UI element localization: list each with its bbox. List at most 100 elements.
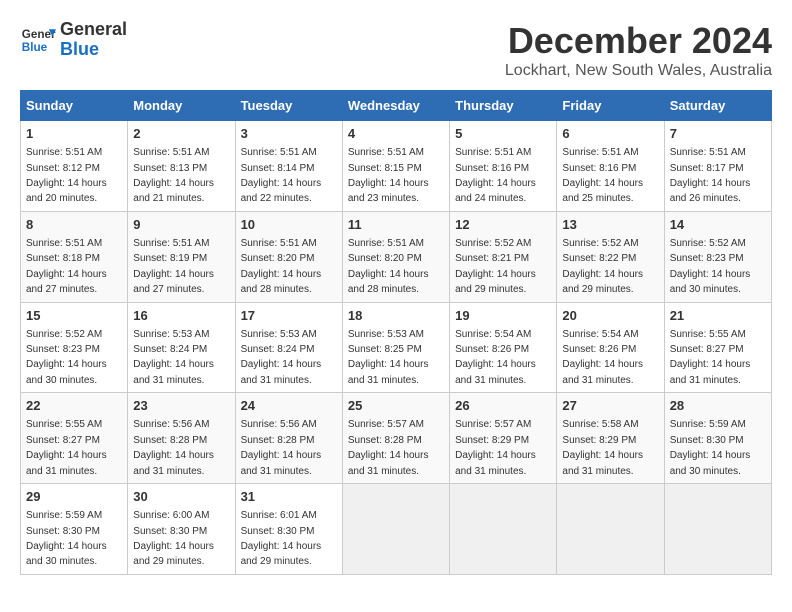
day-info: Sunrise: 5:51 AMSunset: 8:17 PMDaylight:… — [670, 147, 751, 204]
day-number: 1 — [26, 125, 122, 143]
calendar-table: SundayMondayTuesdayWednesdayThursdayFrid… — [20, 90, 772, 575]
calendar-cell: 29 Sunrise: 5:59 AMSunset: 8:30 PMDaylig… — [21, 484, 128, 575]
calendar-cell: 25 Sunrise: 5:57 AMSunset: 8:28 PMDaylig… — [342, 393, 449, 484]
weekday-header-monday: Monday — [128, 91, 235, 121]
calendar-week-row: 22 Sunrise: 5:55 AMSunset: 8:27 PMDaylig… — [21, 393, 772, 484]
calendar-cell: 24 Sunrise: 5:56 AMSunset: 8:28 PMDaylig… — [235, 393, 342, 484]
day-number: 22 — [26, 397, 122, 415]
day-info: Sunrise: 5:52 AMSunset: 8:23 PMDaylight:… — [26, 329, 107, 386]
calendar-cell: 15 Sunrise: 5:52 AMSunset: 8:23 PMDaylig… — [21, 302, 128, 393]
calendar-cell: 31 Sunrise: 6:01 AMSunset: 8:30 PMDaylig… — [235, 484, 342, 575]
day-number: 23 — [133, 397, 229, 415]
day-info: Sunrise: 5:55 AMSunset: 8:27 PMDaylight:… — [26, 419, 107, 476]
weekday-header-tuesday: Tuesday — [235, 91, 342, 121]
calendar-cell: 12 Sunrise: 5:52 AMSunset: 8:21 PMDaylig… — [450, 211, 557, 302]
day-info: Sunrise: 5:54 AMSunset: 8:26 PMDaylight:… — [455, 329, 536, 386]
day-info: Sunrise: 5:52 AMSunset: 8:22 PMDaylight:… — [562, 238, 643, 295]
calendar-cell: 22 Sunrise: 5:55 AMSunset: 8:27 PMDaylig… — [21, 393, 128, 484]
day-number: 21 — [670, 307, 766, 325]
day-number: 13 — [562, 216, 658, 234]
day-number: 6 — [562, 125, 658, 143]
day-info: Sunrise: 5:51 AMSunset: 8:12 PMDaylight:… — [26, 147, 107, 204]
day-number: 30 — [133, 488, 229, 506]
calendar-cell: 16 Sunrise: 5:53 AMSunset: 8:24 PMDaylig… — [128, 302, 235, 393]
calendar-cell — [342, 484, 449, 575]
calendar-cell: 7 Sunrise: 5:51 AMSunset: 8:17 PMDayligh… — [664, 121, 771, 212]
day-number: 5 — [455, 125, 551, 143]
day-info: Sunrise: 5:51 AMSunset: 8:19 PMDaylight:… — [133, 238, 214, 295]
day-info: Sunrise: 5:55 AMSunset: 8:27 PMDaylight:… — [670, 329, 751, 386]
logo: General Blue GeneralBlue — [20, 20, 127, 60]
weekday-header-saturday: Saturday — [664, 91, 771, 121]
day-info: Sunrise: 5:53 AMSunset: 8:24 PMDaylight:… — [241, 329, 322, 386]
day-info: Sunrise: 5:56 AMSunset: 8:28 PMDaylight:… — [241, 419, 322, 476]
logo-icon: General Blue — [20, 22, 56, 58]
calendar-cell: 20 Sunrise: 5:54 AMSunset: 8:26 PMDaylig… — [557, 302, 664, 393]
day-number: 25 — [348, 397, 444, 415]
calendar-cell: 10 Sunrise: 5:51 AMSunset: 8:20 PMDaylig… — [235, 211, 342, 302]
day-number: 20 — [562, 307, 658, 325]
day-info: Sunrise: 5:57 AMSunset: 8:29 PMDaylight:… — [455, 419, 536, 476]
calendar-cell — [557, 484, 664, 575]
calendar-cell: 26 Sunrise: 5:57 AMSunset: 8:29 PMDaylig… — [450, 393, 557, 484]
day-info: Sunrise: 5:53 AMSunset: 8:24 PMDaylight:… — [133, 329, 214, 386]
calendar-cell: 2 Sunrise: 5:51 AMSunset: 8:13 PMDayligh… — [128, 121, 235, 212]
day-number: 17 — [241, 307, 337, 325]
calendar-cell: 21 Sunrise: 5:55 AMSunset: 8:27 PMDaylig… — [664, 302, 771, 393]
calendar-cell: 14 Sunrise: 5:52 AMSunset: 8:23 PMDaylig… — [664, 211, 771, 302]
svg-text:Blue: Blue — [22, 41, 48, 54]
day-number: 15 — [26, 307, 122, 325]
day-number: 19 — [455, 307, 551, 325]
weekday-header-sunday: Sunday — [21, 91, 128, 121]
weekday-header-thursday: Thursday — [450, 91, 557, 121]
calendar-cell: 5 Sunrise: 5:51 AMSunset: 8:16 PMDayligh… — [450, 121, 557, 212]
day-number: 12 — [455, 216, 551, 234]
calendar-cell: 17 Sunrise: 5:53 AMSunset: 8:24 PMDaylig… — [235, 302, 342, 393]
weekday-header-wednesday: Wednesday — [342, 91, 449, 121]
day-info: Sunrise: 5:51 AMSunset: 8:14 PMDaylight:… — [241, 147, 322, 204]
day-info: Sunrise: 5:51 AMSunset: 8:16 PMDaylight:… — [455, 147, 536, 204]
day-number: 9 — [133, 216, 229, 234]
month-title: December 2024 — [505, 20, 772, 62]
day-info: Sunrise: 6:00 AMSunset: 8:30 PMDaylight:… — [133, 510, 214, 567]
calendar-cell: 28 Sunrise: 5:59 AMSunset: 8:30 PMDaylig… — [664, 393, 771, 484]
page-header: General Blue GeneralBlue December 2024 L… — [20, 20, 772, 80]
day-info: Sunrise: 5:57 AMSunset: 8:28 PMDaylight:… — [348, 419, 429, 476]
day-info: Sunrise: 5:51 AMSunset: 8:15 PMDaylight:… — [348, 147, 429, 204]
calendar-week-row: 15 Sunrise: 5:52 AMSunset: 8:23 PMDaylig… — [21, 302, 772, 393]
calendar-cell: 27 Sunrise: 5:58 AMSunset: 8:29 PMDaylig… — [557, 393, 664, 484]
weekday-header-row: SundayMondayTuesdayWednesdayThursdayFrid… — [21, 91, 772, 121]
day-number: 31 — [241, 488, 337, 506]
day-info: Sunrise: 5:52 AMSunset: 8:23 PMDaylight:… — [670, 238, 751, 295]
day-number: 4 — [348, 125, 444, 143]
calendar-cell: 23 Sunrise: 5:56 AMSunset: 8:28 PMDaylig… — [128, 393, 235, 484]
day-info: Sunrise: 5:59 AMSunset: 8:30 PMDaylight:… — [26, 510, 107, 567]
day-number: 8 — [26, 216, 122, 234]
calendar-cell: 30 Sunrise: 6:00 AMSunset: 8:30 PMDaylig… — [128, 484, 235, 575]
day-number: 24 — [241, 397, 337, 415]
calendar-cell: 1 Sunrise: 5:51 AMSunset: 8:12 PMDayligh… — [21, 121, 128, 212]
day-number: 14 — [670, 216, 766, 234]
day-info: Sunrise: 5:51 AMSunset: 8:13 PMDaylight:… — [133, 147, 214, 204]
day-info: Sunrise: 5:53 AMSunset: 8:25 PMDaylight:… — [348, 329, 429, 386]
day-number: 28 — [670, 397, 766, 415]
day-info: Sunrise: 5:51 AMSunset: 8:20 PMDaylight:… — [241, 238, 322, 295]
logo-text: GeneralBlue — [60, 20, 127, 60]
location-title: Lockhart, New South Wales, Australia — [505, 62, 772, 80]
day-info: Sunrise: 5:54 AMSunset: 8:26 PMDaylight:… — [562, 329, 643, 386]
day-info: Sunrise: 6:01 AMSunset: 8:30 PMDaylight:… — [241, 510, 322, 567]
calendar-cell: 18 Sunrise: 5:53 AMSunset: 8:25 PMDaylig… — [342, 302, 449, 393]
weekday-header-friday: Friday — [557, 91, 664, 121]
calendar-cell: 11 Sunrise: 5:51 AMSunset: 8:20 PMDaylig… — [342, 211, 449, 302]
day-info: Sunrise: 5:58 AMSunset: 8:29 PMDaylight:… — [562, 419, 643, 476]
day-info: Sunrise: 5:51 AMSunset: 8:20 PMDaylight:… — [348, 238, 429, 295]
day-info: Sunrise: 5:52 AMSunset: 8:21 PMDaylight:… — [455, 238, 536, 295]
day-number: 29 — [26, 488, 122, 506]
calendar-cell: 9 Sunrise: 5:51 AMSunset: 8:19 PMDayligh… — [128, 211, 235, 302]
calendar-cell: 6 Sunrise: 5:51 AMSunset: 8:16 PMDayligh… — [557, 121, 664, 212]
day-number: 7 — [670, 125, 766, 143]
calendar-week-row: 29 Sunrise: 5:59 AMSunset: 8:30 PMDaylig… — [21, 484, 772, 575]
calendar-cell — [664, 484, 771, 575]
calendar-cell — [450, 484, 557, 575]
calendar-week-row: 8 Sunrise: 5:51 AMSunset: 8:18 PMDayligh… — [21, 211, 772, 302]
